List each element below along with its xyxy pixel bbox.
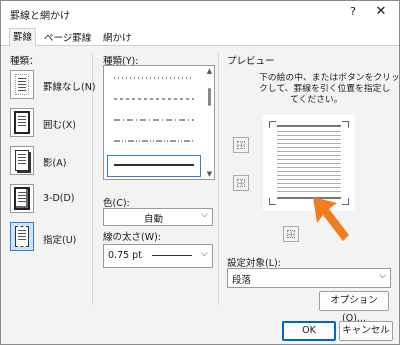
cancel-button[interactable]: キャンセル <box>339 321 393 341</box>
apply-to-label: 設定対象(L): <box>227 258 281 269</box>
style-list-scrollbar[interactable]: ▲ ▼ <box>205 66 214 179</box>
column-divider <box>218 53 219 305</box>
tab-shading[interactable]: 網かけ <box>100 30 135 45</box>
scroll-thumb[interactable] <box>208 88 211 106</box>
custom-border-icon <box>15 226 29 247</box>
top-border-icon <box>237 141 245 149</box>
inside-horizontal-border-icon <box>237 179 245 187</box>
setting-3d-button[interactable] <box>10 184 34 213</box>
left-border-icon <box>287 230 295 238</box>
preview-top-border[interactable] <box>277 125 341 127</box>
color-dropdown[interactable]: 自動 ⌵ <box>103 208 213 226</box>
setting-custom-label[interactable]: 指定(U) <box>43 232 76 246</box>
setting-header: 種類： <box>10 56 39 67</box>
setting-box-button[interactable] <box>10 108 34 137</box>
preview-corner-mark <box>269 198 276 205</box>
scroll-up-icon[interactable]: ▲ <box>206 67 213 75</box>
setting-none-button[interactable] <box>10 70 34 99</box>
line-style-list[interactable]: ▲ ▼ <box>103 65 215 180</box>
color-label: 色(C): <box>103 198 130 209</box>
selected-line-style[interactable] <box>107 155 201 177</box>
setting-3d-label[interactable]: 3-D(D) <box>43 193 75 204</box>
inside-border-toggle[interactable] <box>233 175 249 191</box>
help-button[interactable]: ? <box>346 5 360 21</box>
preview-label: プレビュー <box>227 56 275 67</box>
chevron-down-icon: ⌵ <box>379 271 386 281</box>
width-label: 線の太さ(W): <box>103 232 162 243</box>
width-value: 0.75 pt <box>108 250 142 261</box>
dialog-title: 罫線と網かけ <box>10 11 70 22</box>
orange-pointer-arrow-icon <box>313 197 349 241</box>
setting-shadow-label[interactable]: 影(A) <box>43 155 66 169</box>
top-border-toggle[interactable] <box>233 137 249 153</box>
box-border-icon <box>14 111 30 134</box>
apply-to-value: 段落 <box>232 275 252 286</box>
options-button[interactable]: オプション(O)... <box>319 291 389 324</box>
chevron-down-icon: ⌵ <box>201 249 208 259</box>
setting-box-label[interactable]: 囲む(X) <box>43 117 76 131</box>
setting-shadow-button[interactable] <box>10 146 34 175</box>
column-divider <box>92 53 93 305</box>
3d-border-icon <box>14 187 30 210</box>
tab-borders[interactable]: 罫線 <box>9 28 37 47</box>
no-border-icon <box>15 74 29 95</box>
tab-page-border[interactable]: ページ罫線 <box>41 30 94 45</box>
borders-and-shading-dialog: 罫線と網かけ ? ✕ 罫線 ページ罫線 網かけ 種類： 罫線なし(N) 囲む(X… <box>0 0 400 345</box>
apply-to-dropdown[interactable]: 段落 ⌵ <box>227 268 391 288</box>
scroll-down-icon[interactable]: ▼ <box>206 170 213 178</box>
preview-instructions-line3: てください。 <box>290 95 343 105</box>
close-button[interactable]: ✕ <box>373 4 389 22</box>
setting-custom-button[interactable] <box>10 222 34 251</box>
left-border-toggle[interactable] <box>283 226 299 242</box>
width-sample-line <box>152 255 192 256</box>
chevron-down-icon: ⌵ <box>201 210 208 220</box>
title-bar: 罫線と網かけ ? ✕ <box>1 1 399 27</box>
tab-strip: 罫線 ページ罫線 網かけ <box>1 27 399 47</box>
setting-none-label[interactable]: 罫線なし(N) <box>43 79 96 93</box>
dialog-footer: OK キャンセル <box>1 310 399 344</box>
preview-corner-mark <box>342 121 349 128</box>
shadow-border-icon <box>15 150 29 171</box>
preview-corner-mark <box>269 121 276 128</box>
color-value: 自動 <box>144 214 164 225</box>
ok-button[interactable]: OK <box>282 321 336 341</box>
width-dropdown[interactable]: 0.75 pt ⌵ <box>103 244 213 268</box>
